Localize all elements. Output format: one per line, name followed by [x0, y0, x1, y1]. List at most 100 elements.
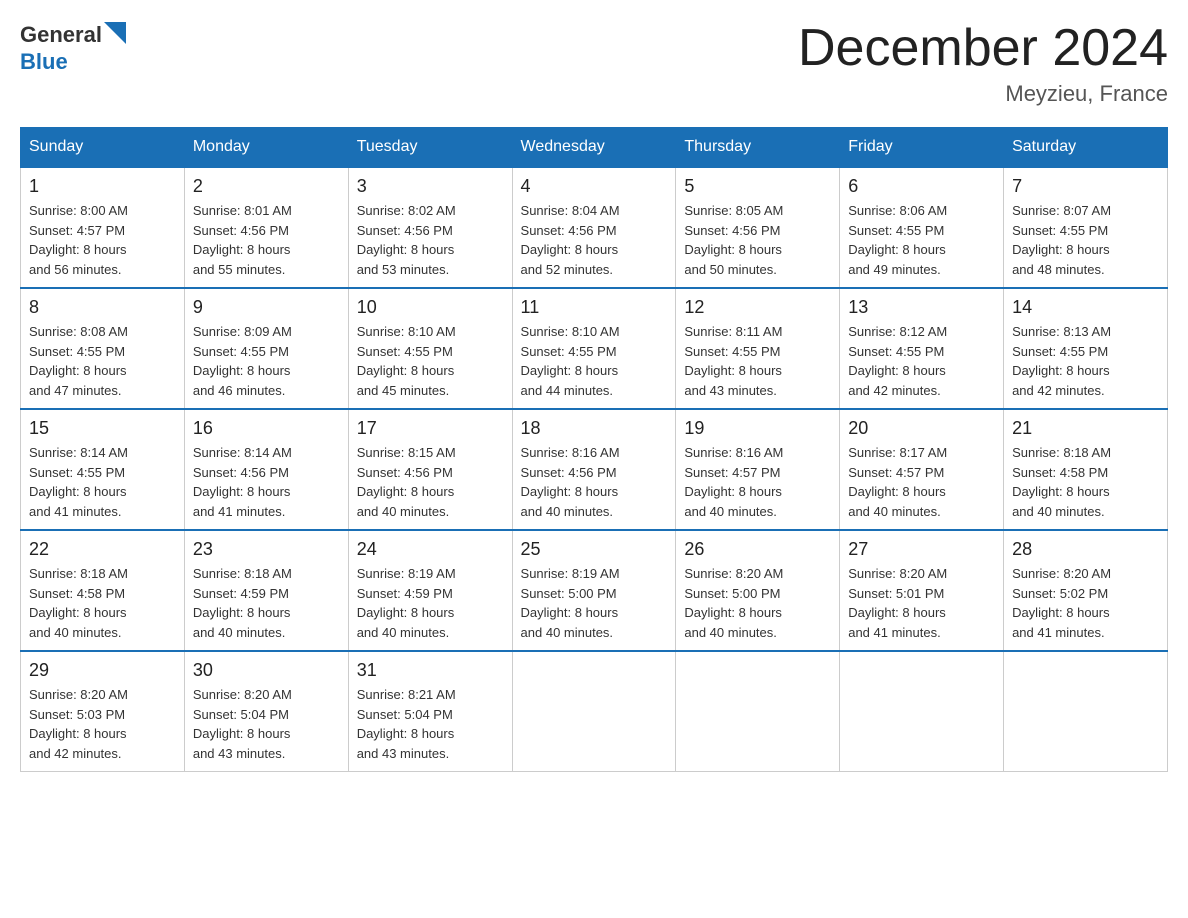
day-number: 8 [29, 297, 176, 318]
day-number: 31 [357, 660, 504, 681]
weekday-header-thursday: Thursday [676, 128, 840, 168]
day-number: 24 [357, 539, 504, 560]
day-cell-9: 9 Sunrise: 8:09 AM Sunset: 4:55 PM Dayli… [184, 288, 348, 409]
day-cell-4: 4 Sunrise: 8:04 AM Sunset: 4:56 PM Dayli… [512, 167, 676, 288]
day-cell-6: 6 Sunrise: 8:06 AM Sunset: 4:55 PM Dayli… [840, 167, 1004, 288]
weekday-header-sunday: Sunday [21, 128, 185, 168]
weekday-header-friday: Friday [840, 128, 1004, 168]
day-info: Sunrise: 8:20 AM Sunset: 5:02 PM Dayligh… [1012, 564, 1159, 642]
day-number: 19 [684, 418, 831, 439]
week-row-5: 29 Sunrise: 8:20 AM Sunset: 5:03 PM Dayl… [21, 651, 1168, 772]
day-number: 28 [1012, 539, 1159, 560]
month-title: December 2024 [798, 20, 1168, 77]
day-cell-18: 18 Sunrise: 8:16 AM Sunset: 4:56 PM Dayl… [512, 409, 676, 530]
day-info: Sunrise: 8:00 AM Sunset: 4:57 PM Dayligh… [29, 201, 176, 279]
empty-cell [676, 651, 840, 772]
day-number: 30 [193, 660, 340, 681]
day-info: Sunrise: 8:04 AM Sunset: 4:56 PM Dayligh… [521, 201, 668, 279]
day-number: 26 [684, 539, 831, 560]
day-info: Sunrise: 8:11 AM Sunset: 4:55 PM Dayligh… [684, 322, 831, 400]
day-info: Sunrise: 8:16 AM Sunset: 4:56 PM Dayligh… [521, 443, 668, 521]
day-number: 10 [357, 297, 504, 318]
day-cell-23: 23 Sunrise: 8:18 AM Sunset: 4:59 PM Dayl… [184, 530, 348, 651]
day-number: 7 [1012, 176, 1159, 197]
location: Meyzieu, France [798, 81, 1168, 107]
weekday-header-wednesday: Wednesday [512, 128, 676, 168]
empty-cell [1004, 651, 1168, 772]
day-cell-5: 5 Sunrise: 8:05 AM Sunset: 4:56 PM Dayli… [676, 167, 840, 288]
day-cell-19: 19 Sunrise: 8:16 AM Sunset: 4:57 PM Dayl… [676, 409, 840, 530]
day-number: 23 [193, 539, 340, 560]
day-cell-24: 24 Sunrise: 8:19 AM Sunset: 4:59 PM Dayl… [348, 530, 512, 651]
day-number: 14 [1012, 297, 1159, 318]
day-number: 21 [1012, 418, 1159, 439]
day-cell-30: 30 Sunrise: 8:20 AM Sunset: 5:04 PM Dayl… [184, 651, 348, 772]
day-number: 29 [29, 660, 176, 681]
day-cell-15: 15 Sunrise: 8:14 AM Sunset: 4:55 PM Dayl… [21, 409, 185, 530]
day-cell-7: 7 Sunrise: 8:07 AM Sunset: 4:55 PM Dayli… [1004, 167, 1168, 288]
day-info: Sunrise: 8:05 AM Sunset: 4:56 PM Dayligh… [684, 201, 831, 279]
day-cell-21: 21 Sunrise: 8:18 AM Sunset: 4:58 PM Dayl… [1004, 409, 1168, 530]
day-info: Sunrise: 8:18 AM Sunset: 4:59 PM Dayligh… [193, 564, 340, 642]
day-cell-1: 1 Sunrise: 8:00 AM Sunset: 4:57 PM Dayli… [21, 167, 185, 288]
day-cell-2: 2 Sunrise: 8:01 AM Sunset: 4:56 PM Dayli… [184, 167, 348, 288]
day-cell-10: 10 Sunrise: 8:10 AM Sunset: 4:55 PM Dayl… [348, 288, 512, 409]
page-header: General Blue December 2024 Meyzieu, Fran… [20, 20, 1168, 107]
logo-arrow-icon [104, 22, 126, 44]
day-cell-31: 31 Sunrise: 8:21 AM Sunset: 5:04 PM Dayl… [348, 651, 512, 772]
day-cell-12: 12 Sunrise: 8:11 AM Sunset: 4:55 PM Dayl… [676, 288, 840, 409]
day-info: Sunrise: 8:20 AM Sunset: 5:01 PM Dayligh… [848, 564, 995, 642]
day-cell-14: 14 Sunrise: 8:13 AM Sunset: 4:55 PM Dayl… [1004, 288, 1168, 409]
day-cell-29: 29 Sunrise: 8:20 AM Sunset: 5:03 PM Dayl… [21, 651, 185, 772]
logo-general: General [20, 22, 102, 48]
day-info: Sunrise: 8:20 AM Sunset: 5:00 PM Dayligh… [684, 564, 831, 642]
day-info: Sunrise: 8:08 AM Sunset: 4:55 PM Dayligh… [29, 322, 176, 400]
logo: General Blue [20, 20, 126, 75]
day-info: Sunrise: 8:15 AM Sunset: 4:56 PM Dayligh… [357, 443, 504, 521]
day-number: 6 [848, 176, 995, 197]
logo-blue: Blue [20, 49, 126, 75]
day-number: 17 [357, 418, 504, 439]
day-info: Sunrise: 8:17 AM Sunset: 4:57 PM Dayligh… [848, 443, 995, 521]
day-cell-26: 26 Sunrise: 8:20 AM Sunset: 5:00 PM Dayl… [676, 530, 840, 651]
day-number: 16 [193, 418, 340, 439]
day-number: 9 [193, 297, 340, 318]
day-info: Sunrise: 8:06 AM Sunset: 4:55 PM Dayligh… [848, 201, 995, 279]
day-number: 25 [521, 539, 668, 560]
day-cell-8: 8 Sunrise: 8:08 AM Sunset: 4:55 PM Dayli… [21, 288, 185, 409]
day-info: Sunrise: 8:02 AM Sunset: 4:56 PM Dayligh… [357, 201, 504, 279]
day-cell-20: 20 Sunrise: 8:17 AM Sunset: 4:57 PM Dayl… [840, 409, 1004, 530]
day-cell-16: 16 Sunrise: 8:14 AM Sunset: 4:56 PM Dayl… [184, 409, 348, 530]
day-cell-17: 17 Sunrise: 8:15 AM Sunset: 4:56 PM Dayl… [348, 409, 512, 530]
calendar-table: SundayMondayTuesdayWednesdayThursdayFrid… [20, 127, 1168, 772]
day-number: 27 [848, 539, 995, 560]
day-number: 3 [357, 176, 504, 197]
weekday-header-saturday: Saturday [1004, 128, 1168, 168]
weekday-header-monday: Monday [184, 128, 348, 168]
day-info: Sunrise: 8:14 AM Sunset: 4:55 PM Dayligh… [29, 443, 176, 521]
day-info: Sunrise: 8:14 AM Sunset: 4:56 PM Dayligh… [193, 443, 340, 521]
day-info: Sunrise: 8:01 AM Sunset: 4:56 PM Dayligh… [193, 201, 340, 279]
day-number: 18 [521, 418, 668, 439]
day-number: 12 [684, 297, 831, 318]
week-row-4: 22 Sunrise: 8:18 AM Sunset: 4:58 PM Dayl… [21, 530, 1168, 651]
day-number: 15 [29, 418, 176, 439]
week-row-2: 8 Sunrise: 8:08 AM Sunset: 4:55 PM Dayli… [21, 288, 1168, 409]
day-number: 2 [193, 176, 340, 197]
weekday-header-tuesday: Tuesday [348, 128, 512, 168]
day-info: Sunrise: 8:18 AM Sunset: 4:58 PM Dayligh… [1012, 443, 1159, 521]
day-info: Sunrise: 8:20 AM Sunset: 5:03 PM Dayligh… [29, 685, 176, 763]
day-info: Sunrise: 8:19 AM Sunset: 4:59 PM Dayligh… [357, 564, 504, 642]
day-info: Sunrise: 8:07 AM Sunset: 4:55 PM Dayligh… [1012, 201, 1159, 279]
day-number: 5 [684, 176, 831, 197]
day-info: Sunrise: 8:21 AM Sunset: 5:04 PM Dayligh… [357, 685, 504, 763]
day-info: Sunrise: 8:10 AM Sunset: 4:55 PM Dayligh… [521, 322, 668, 400]
day-cell-27: 27 Sunrise: 8:20 AM Sunset: 5:01 PM Dayl… [840, 530, 1004, 651]
day-number: 22 [29, 539, 176, 560]
day-number: 4 [521, 176, 668, 197]
day-cell-11: 11 Sunrise: 8:10 AM Sunset: 4:55 PM Dayl… [512, 288, 676, 409]
day-cell-3: 3 Sunrise: 8:02 AM Sunset: 4:56 PM Dayli… [348, 167, 512, 288]
empty-cell [512, 651, 676, 772]
week-row-1: 1 Sunrise: 8:00 AM Sunset: 4:57 PM Dayli… [21, 167, 1168, 288]
day-cell-22: 22 Sunrise: 8:18 AM Sunset: 4:58 PM Dayl… [21, 530, 185, 651]
